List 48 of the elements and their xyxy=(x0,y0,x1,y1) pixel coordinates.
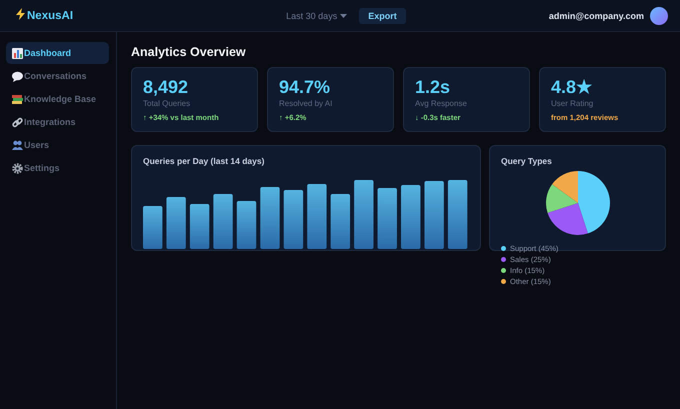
date-range-dropdown[interactable]: Last 30 days xyxy=(286,10,348,20)
bar xyxy=(213,194,233,249)
bar xyxy=(236,201,256,249)
books-icon xyxy=(12,94,23,104)
legend-dot xyxy=(501,257,506,262)
bar xyxy=(143,206,162,249)
bar xyxy=(401,185,420,249)
caret-icon xyxy=(340,14,348,18)
stat-label: Avg Response xyxy=(415,99,468,108)
bar xyxy=(448,180,468,249)
chart-title: Queries per Day (last 14 days) xyxy=(143,156,266,166)
bar xyxy=(307,184,327,249)
gear-icon xyxy=(12,162,23,174)
stat-value: 94.7% xyxy=(279,77,332,98)
link-icon xyxy=(12,116,23,128)
sidebar-item[interactable]: Settings xyxy=(6,157,109,179)
sidebar-item[interactable]: Conversations xyxy=(6,65,109,87)
sidebar-item[interactable]: Knowledge Base xyxy=(6,88,109,110)
speech-bubble-icon xyxy=(12,70,23,82)
page-title: Analytics Overview xyxy=(131,45,247,59)
stat-label: Total Queries xyxy=(143,99,192,108)
stat-value: 4.8★ xyxy=(551,77,594,98)
bar xyxy=(260,187,280,249)
sidebar-item[interactable]: Dashboard xyxy=(6,42,109,64)
bar xyxy=(354,180,374,249)
stat-label: Resolved by AI xyxy=(279,99,334,108)
legend-dot xyxy=(501,268,506,273)
bar xyxy=(166,197,186,249)
bar xyxy=(378,188,397,249)
chart-title: Query Types xyxy=(501,156,553,166)
user-email: admin@company.com xyxy=(548,10,644,20)
legend-dot xyxy=(501,246,506,251)
sidebar-item[interactable]: Users xyxy=(6,134,109,156)
sidebar-item[interactable]: Integrations xyxy=(6,111,109,133)
bar-chart-icon xyxy=(12,48,23,58)
brand-name: NexusAI xyxy=(27,10,74,22)
lightning-icon xyxy=(16,8,25,20)
users-icon xyxy=(12,140,23,150)
stat-label: User Rating xyxy=(551,99,594,108)
avatar[interactable] xyxy=(650,6,668,24)
export-button[interactable]: Export xyxy=(359,8,406,24)
bar xyxy=(330,194,350,249)
bar xyxy=(424,181,444,249)
bar xyxy=(284,190,304,249)
stat-value: 1.2s xyxy=(415,77,452,98)
bar xyxy=(190,204,210,249)
stat-value: 8,492 xyxy=(143,77,190,98)
legend-dot xyxy=(501,279,506,284)
